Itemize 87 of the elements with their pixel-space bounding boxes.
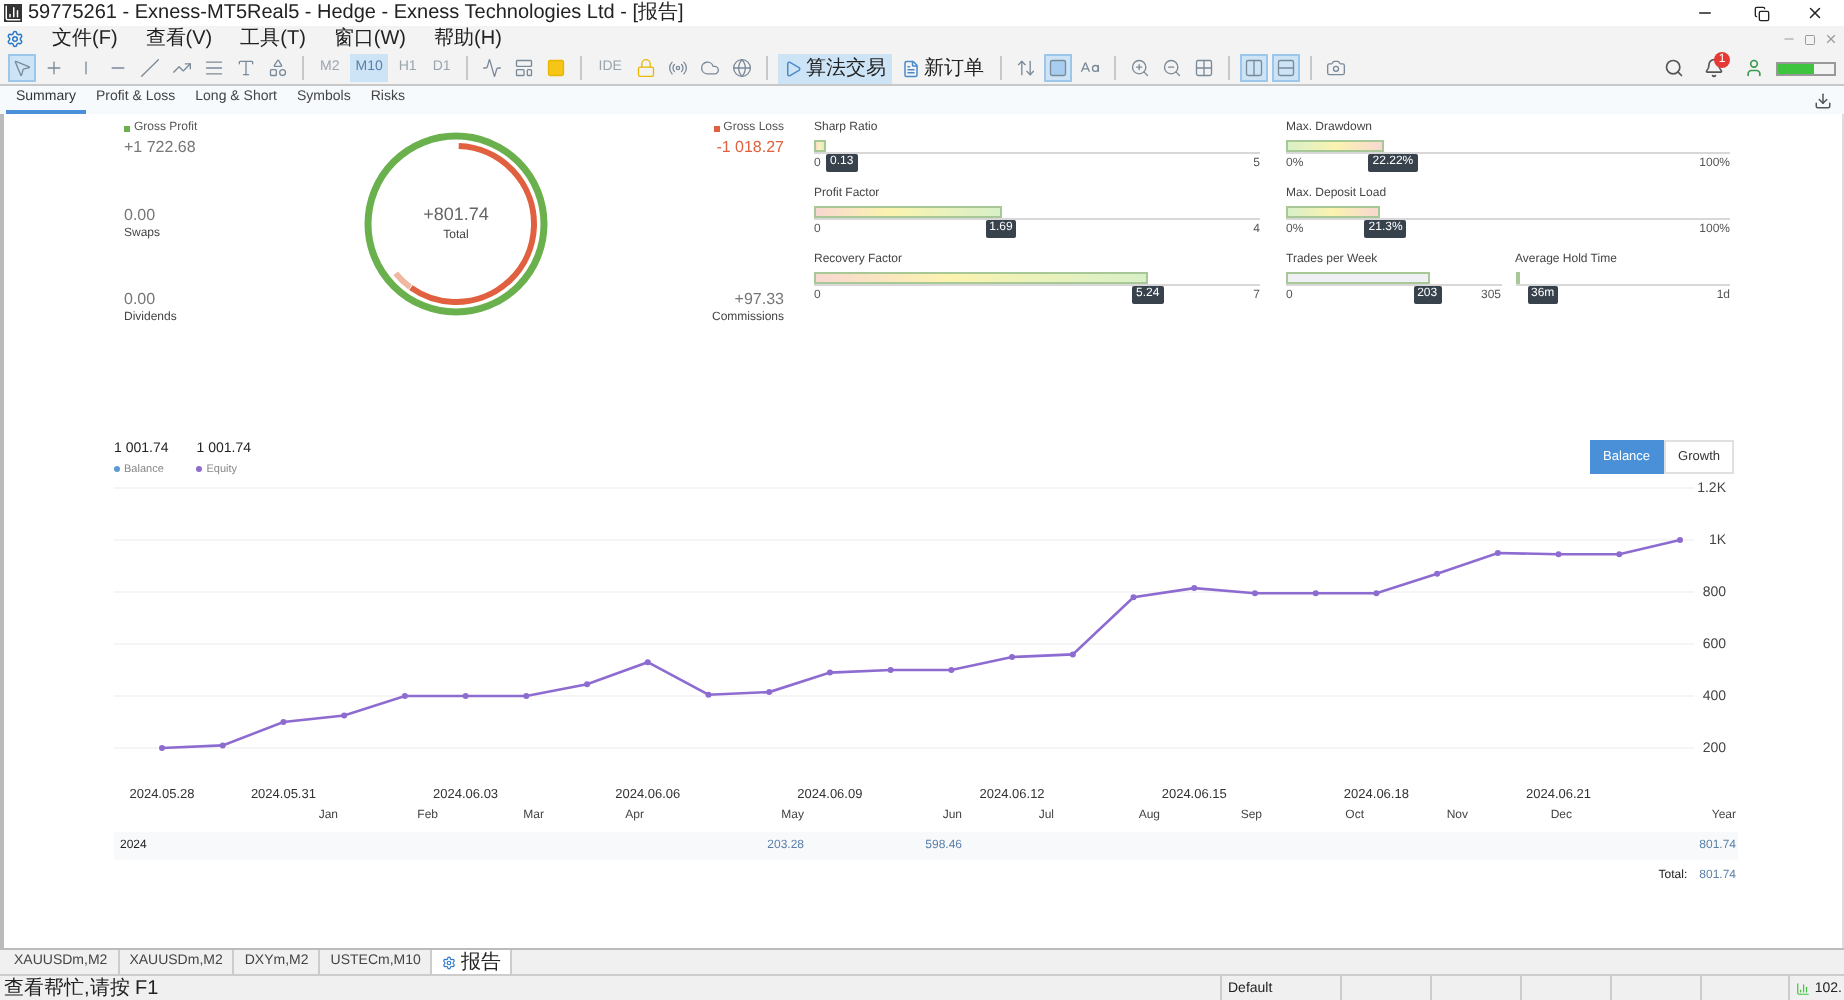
zoom-out-icon bbox=[1161, 58, 1182, 78]
data-point bbox=[1251, 589, 1258, 596]
status-help: 查看帮忙,请按 F1 bbox=[2, 975, 161, 1000]
person-icon[interactable] bbox=[1744, 58, 1764, 78]
data-point bbox=[1009, 653, 1016, 660]
stat-value: 0.00 bbox=[124, 205, 156, 225]
data-point bbox=[401, 692, 408, 699]
chart-type-button[interactable] bbox=[478, 54, 507, 82]
connection-meter-icon bbox=[1776, 61, 1836, 75]
data-point bbox=[644, 658, 651, 665]
screenshot-icon bbox=[1325, 58, 1346, 78]
data-point bbox=[948, 666, 955, 673]
data-point bbox=[584, 680, 591, 687]
mdi-restore-button[interactable] bbox=[1804, 33, 1816, 45]
trend-line-icon bbox=[140, 58, 160, 78]
menu-item[interactable]: 工具(T) bbox=[240, 26, 306, 52]
menu-item[interactable]: 查看(V) bbox=[145, 26, 213, 52]
notification-icon[interactable] bbox=[1704, 58, 1724, 78]
window-title: 59775261 - Exness-MT5Real5 - Hedge - Exness Technologies Ltd - [报告] bbox=[28, 0, 684, 26]
square-button[interactable] bbox=[1043, 54, 1072, 82]
total-value: +801.74 bbox=[423, 201, 489, 228]
chart-tab[interactable]: 报告 bbox=[432, 950, 513, 974]
toolbar-button[interactable]: 新订单 bbox=[895, 53, 990, 83]
data-point bbox=[280, 718, 287, 725]
data-point bbox=[1373, 589, 1380, 596]
data-point bbox=[1191, 584, 1198, 591]
download-icon[interactable] bbox=[1814, 92, 1832, 110]
data-point bbox=[523, 692, 530, 699]
cursor-button[interactable] bbox=[8, 54, 36, 82]
data-point bbox=[705, 691, 712, 698]
grid-icon bbox=[1193, 58, 1214, 78]
data-point bbox=[1312, 589, 1319, 596]
data-point bbox=[341, 712, 348, 718]
data-point bbox=[219, 741, 226, 748]
search-icon[interactable] bbox=[1664, 58, 1684, 78]
restore-button[interactable] bbox=[1754, 5, 1770, 21]
data-point bbox=[1069, 650, 1076, 657]
stat-value: 0.00 bbox=[124, 290, 156, 310]
signal-icon bbox=[667, 58, 688, 78]
trend-line-button[interactable] bbox=[136, 54, 164, 82]
globe-button[interactable] bbox=[727, 54, 756, 82]
play-icon bbox=[783, 59, 802, 77]
shapes-button[interactable] bbox=[264, 54, 292, 82]
stat-value: -1 018.27 bbox=[716, 138, 784, 158]
report-icon bbox=[442, 955, 457, 969]
data-point bbox=[766, 688, 773, 695]
data-point bbox=[1494, 549, 1501, 556]
menu-item[interactable]: 帮助(H) bbox=[434, 26, 502, 52]
data-point bbox=[1434, 570, 1441, 577]
shapes-icon bbox=[268, 58, 288, 78]
tile-vertical-button[interactable] bbox=[1239, 54, 1268, 82]
stat-value: +97.33 bbox=[734, 290, 784, 310]
tile-horizontal-button[interactable] bbox=[1271, 54, 1300, 82]
menu-item[interactable]: 文件(F) bbox=[52, 26, 118, 52]
signal-icon bbox=[1796, 981, 1811, 995]
channel-icon bbox=[172, 58, 192, 78]
crosshair-icon bbox=[44, 58, 64, 78]
menu-item[interactable]: 窗口(W) bbox=[333, 26, 407, 52]
mdi-close-button[interactable] bbox=[1824, 32, 1838, 46]
square-icon bbox=[1047, 58, 1068, 78]
levels-icon bbox=[204, 58, 224, 78]
lock-icon bbox=[635, 58, 656, 78]
data-point bbox=[1130, 593, 1137, 600]
globe-icon bbox=[731, 58, 752, 78]
zoom-in-icon bbox=[1129, 58, 1150, 78]
arrows-icon bbox=[1015, 58, 1036, 78]
toolbar-button[interactable]: 算法交易 bbox=[777, 53, 892, 83]
tile-vertical-icon bbox=[1243, 58, 1264, 78]
tile-horizontal-icon bbox=[1275, 58, 1296, 78]
font-size-icon bbox=[1079, 58, 1100, 78]
data-point bbox=[462, 692, 469, 699]
text-icon bbox=[236, 58, 256, 78]
data-point bbox=[1616, 550, 1623, 557]
chart-type-icon bbox=[482, 58, 503, 78]
data-point bbox=[159, 744, 165, 751]
order-icon bbox=[901, 59, 920, 77]
template-icon bbox=[514, 58, 535, 78]
cursor-icon bbox=[12, 58, 32, 78]
data-point bbox=[1555, 550, 1562, 557]
square-icon bbox=[546, 58, 567, 78]
data-point bbox=[1677, 536, 1683, 543]
stat-value: +1 722.68 bbox=[124, 138, 196, 158]
cloud-icon bbox=[699, 58, 720, 78]
app-menu-icon[interactable] bbox=[6, 30, 24, 48]
data-point bbox=[826, 669, 833, 676]
data-point bbox=[887, 666, 894, 673]
close-button[interactable] bbox=[1806, 4, 1824, 22]
